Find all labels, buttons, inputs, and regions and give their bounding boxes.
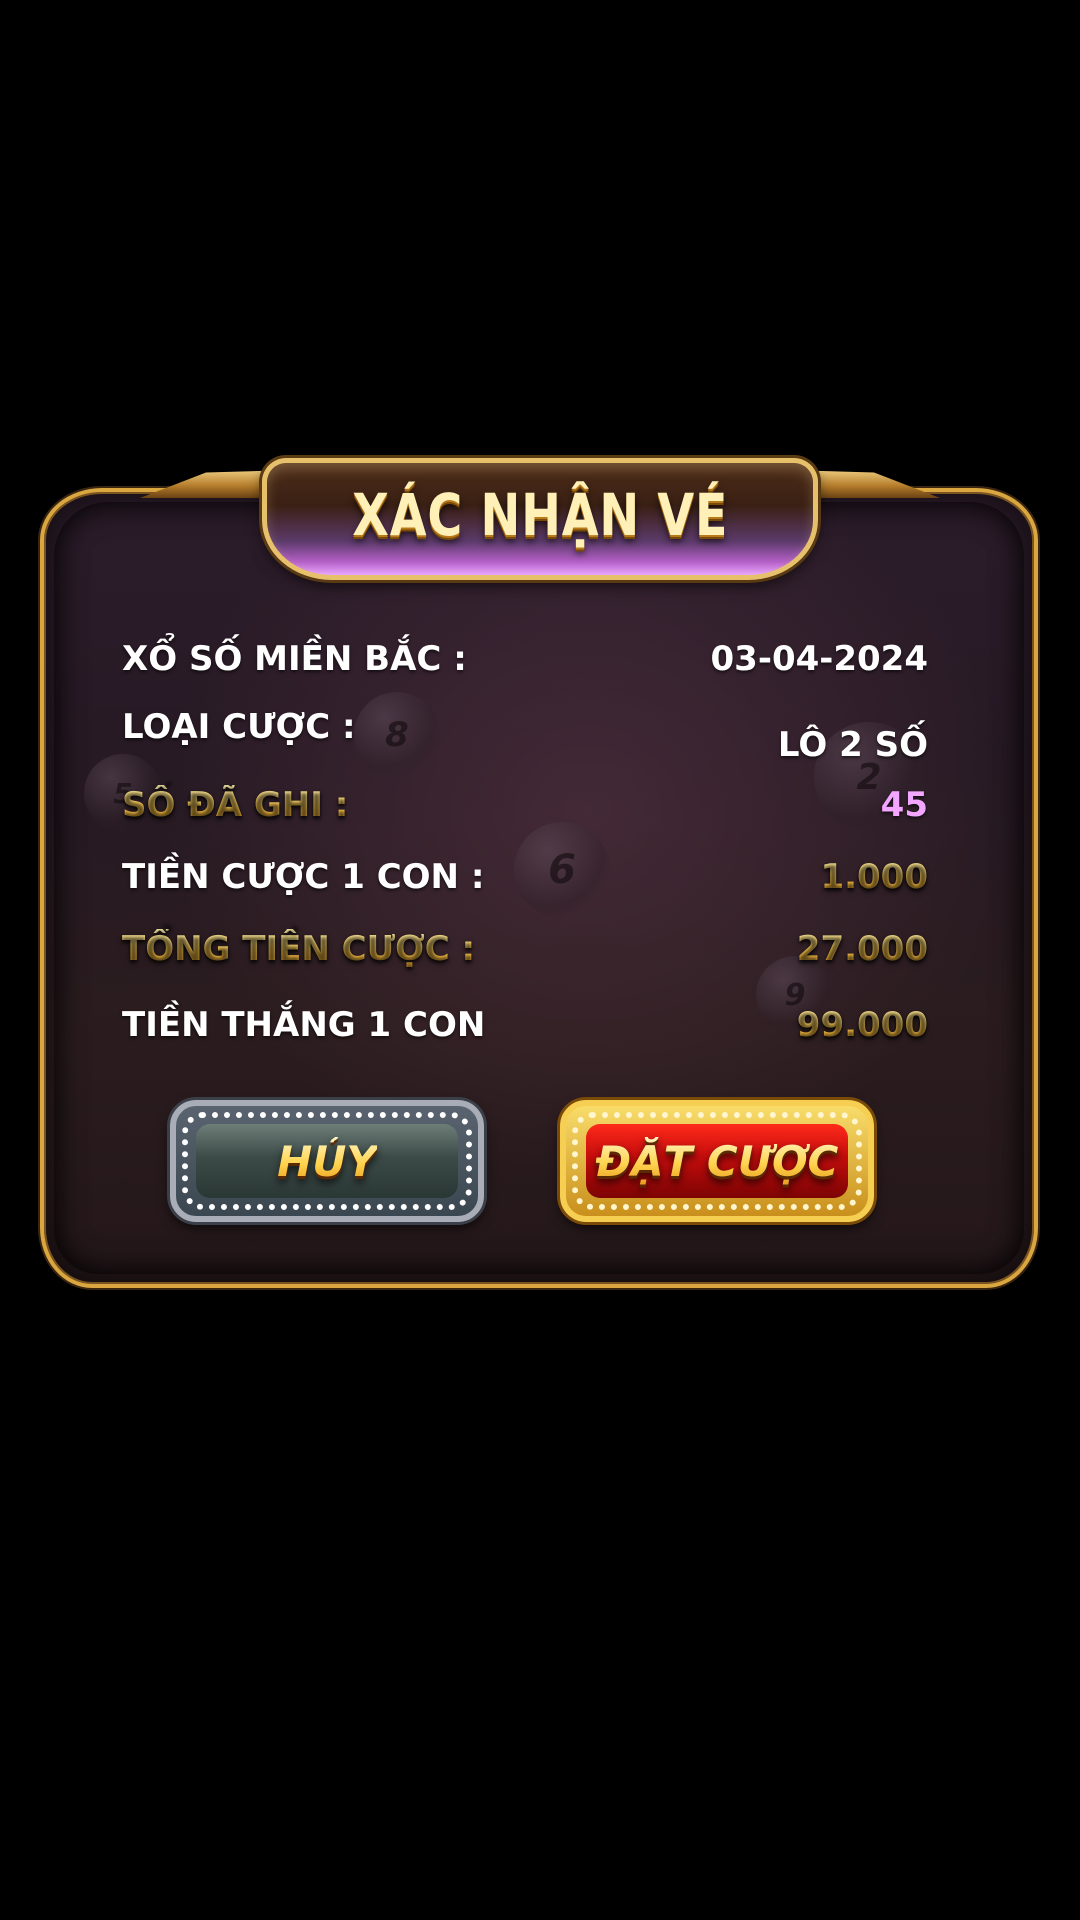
title-plaque: XÁC NHẬN VÉ (262, 458, 818, 580)
row-label: TỔNG TIỀN CƯỢC : (122, 929, 476, 969)
cancel-button-label: HỦY (277, 1136, 377, 1186)
place-bet-button[interactable]: ĐẶT CƯỢC (560, 1100, 874, 1222)
row-label: LOẠI CƯỢC : (122, 707, 356, 747)
row-total-bet: TỔNG TIỀN CƯỢC : 27.000 (122, 924, 928, 974)
row-bet-type: LOẠI CƯỢC : LÔ 2 SỐ (122, 707, 928, 765)
row-value: 99.000 (796, 1005, 928, 1045)
row-value: 45 (880, 785, 928, 825)
row-label: SỐ ĐÃ GHI : (122, 785, 349, 825)
row-bet-per-number: TIỀN CƯỢC 1 CON : 1.000 (122, 852, 928, 902)
row-value: LÔ 2 SỐ (777, 725, 928, 765)
row-value: 1.000 (820, 857, 928, 897)
row-label: XỔ SỐ MIỀN BẮC : (122, 639, 467, 679)
row-lottery-region: XỔ SỐ MIỀN BẮC : 03-04-2024 (122, 634, 928, 684)
row-selected-numbers: SỐ ĐÃ GHI : 45 (122, 780, 928, 830)
row-value: 03-04-2024 (710, 639, 928, 679)
row-label: TIỀN CƯỢC 1 CON : (122, 857, 485, 897)
row-win-per-number: TIỀN THẮNG 1 CON 99.000 (122, 1000, 928, 1050)
cancel-button[interactable]: HỦY (170, 1100, 484, 1222)
place-bet-button-label: ĐẶT CƯỢC (595, 1136, 839, 1186)
dialog-title: XÁC NHẬN VÉ (351, 481, 729, 549)
screen: 8 5 6 2 9 XÁC NHẬN VÉ XỔ SỐ MIỀN BẮC : 0… (0, 0, 1080, 1920)
row-value: 27.000 (796, 929, 928, 969)
row-label: TIỀN THẮNG 1 CON (122, 1005, 486, 1045)
